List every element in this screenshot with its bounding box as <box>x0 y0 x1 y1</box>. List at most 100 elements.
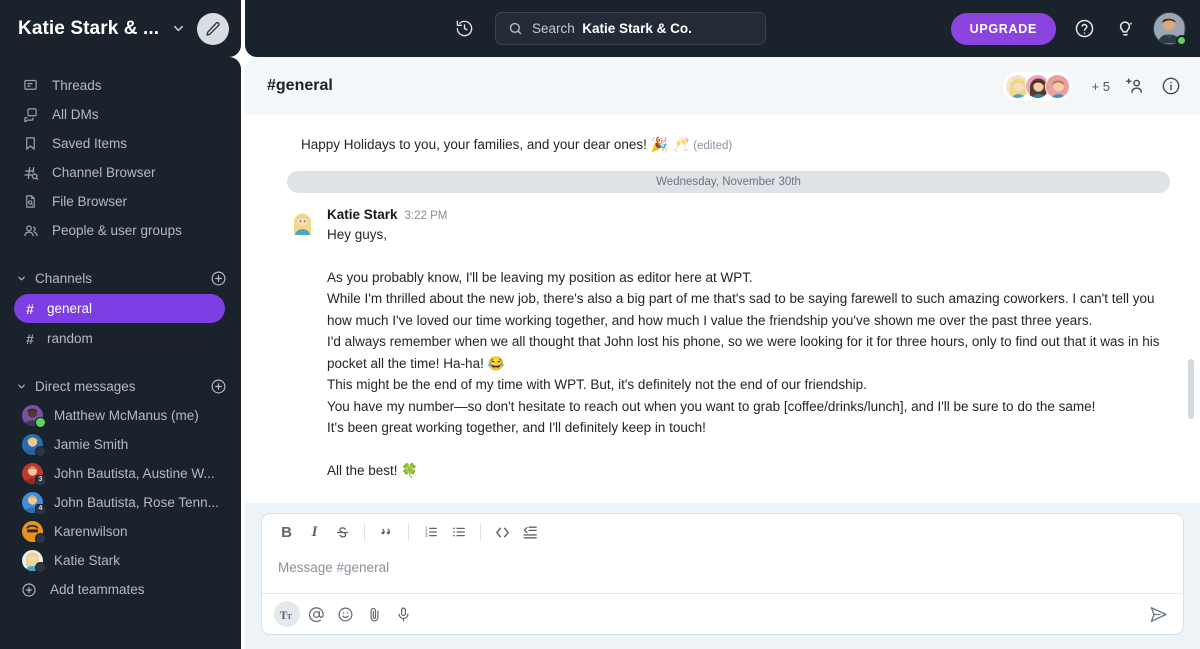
attach-file-button[interactable] <box>361 601 387 627</box>
history-clock-icon[interactable] <box>450 15 478 43</box>
sidebar-item-channel-random[interactable]: # random <box>14 324 225 353</box>
emoji-button[interactable] <box>332 601 358 627</box>
sidebar: Threads All DMs Saved Items Channel Brow… <box>0 57 241 649</box>
blockquote-button[interactable] <box>374 520 399 545</box>
composer-footer: TT <box>262 593 1183 634</box>
message-input[interactable]: Message #general <box>262 550 1183 593</box>
avatar[interactable] <box>1153 12 1187 46</box>
hash-icon: # <box>26 330 34 347</box>
upgrade-button[interactable]: UPGRADE <box>950 12 1056 45</box>
direct-messages-section-label: Direct messages <box>35 378 136 394</box>
member-count-badge: 3 <box>35 475 46 486</box>
sidebar-item-label: Channel Browser <box>52 165 156 180</box>
member-avatar <box>1044 73 1070 99</box>
sidebar-item-channel-general[interactable]: # general <box>14 294 225 323</box>
sidebar-dm-katie-stark[interactable]: Katie Stark <box>0 546 241 575</box>
search-input[interactable]: Search Katie Stark & Co. <box>495 12 766 45</box>
edited-label: (edited) <box>693 140 733 152</box>
send-paper-plane-icon[interactable] <box>1145 601 1171 627</box>
add-person-icon[interactable] <box>1124 75 1146 97</box>
message-avatar[interactable] <box>290 210 315 235</box>
dm-label: John Bautista, Rose Tenn... <box>54 495 219 510</box>
avatar <box>22 550 46 573</box>
message-list: Happy Holidays to you, your families, an… <box>245 119 1200 499</box>
previous-message-text: Happy Holidays to you, your families, an… <box>301 137 647 152</box>
sidebar-item-file-browser[interactable]: File Browser <box>0 187 241 216</box>
sidebar-dm-matthew-mcmanus[interactable]: Matthew McManus (me) <box>0 401 241 430</box>
plus-circle-icon[interactable] <box>210 270 227 287</box>
message-author[interactable]: Katie Stark <box>327 207 398 222</box>
search-icon <box>508 21 523 36</box>
formatting-toggle-button[interactable]: TT <box>274 601 300 627</box>
main-panel: #general + 5 Happy Holidays to you, your… <box>245 57 1200 649</box>
page-title: #general <box>267 77 333 94</box>
toolbar-separator <box>364 523 365 541</box>
sidebar-dm-group-rose[interactable]: 4 John Bautista, Rose Tenn... <box>0 488 241 517</box>
all-dms-icon <box>22 107 39 122</box>
question-circle-icon[interactable] <box>1071 16 1097 42</box>
code-button[interactable] <box>490 520 515 545</box>
message-line: Hey guys, <box>327 227 388 242</box>
mention-button[interactable] <box>303 601 329 627</box>
message-line: I'd always remember when we all thought … <box>327 334 1160 371</box>
channel-header-actions: + 5 <box>1002 71 1182 101</box>
sidebar-item-all-dms[interactable]: All DMs <box>0 100 241 129</box>
away-indicator <box>35 562 46 573</box>
dm-label: Katie Stark <box>54 553 121 568</box>
dm-label: Matthew McManus (me) <box>54 408 199 423</box>
message-input-placeholder: Message #general <box>278 560 390 575</box>
lightbulb-sparkle-icon[interactable] <box>1112 16 1138 42</box>
sidebar-item-label: Threads <box>52 78 102 93</box>
message-line: All the best! 🍀 <box>327 462 419 478</box>
bold-button[interactable]: B <box>274 520 299 545</box>
info-circle-icon[interactable] <box>1160 75 1182 97</box>
dm-label: Karenwilson <box>54 524 128 539</box>
formatting-toolbar: B I 123 <box>262 514 1183 550</box>
workspace-switcher[interactable]: Katie Stark & ... <box>0 0 241 57</box>
body: Threads All DMs Saved Items Channel Brow… <box>0 57 1200 649</box>
audio-clip-button[interactable] <box>390 601 416 627</box>
sidebar-item-people-user-groups[interactable]: People & user groups <box>0 216 241 245</box>
avatar: 4 <box>22 492 46 515</box>
add-teammates-button[interactable]: Add teammates <box>0 575 241 604</box>
avatar <box>22 405 46 428</box>
hash-icon: # <box>26 300 34 317</box>
member-count-label: + 5 <box>1091 78 1110 94</box>
channel-label: random <box>47 331 93 346</box>
sidebar-dm-group-austine[interactable]: 3 John Bautista, Austine W... <box>0 459 241 488</box>
chevron-down-icon[interactable] <box>167 18 189 40</box>
sidebar-item-label: File Browser <box>52 194 128 209</box>
strikethrough-button[interactable] <box>330 520 355 545</box>
ordered-list-button[interactable]: 123 <box>418 520 443 545</box>
code-block-button[interactable] <box>518 520 543 545</box>
away-indicator <box>35 446 46 457</box>
slack-app-window: Katie Stark & ... Search Katie Stark & C… <box>0 0 1200 649</box>
date-divider: Wednesday, November 30th <box>287 171 1170 193</box>
channels-section-header[interactable]: Channels <box>0 263 241 293</box>
italic-button[interactable]: I <box>302 520 327 545</box>
search-placeholder: Search Katie Stark & Co. <box>532 21 692 36</box>
channel-header: #general + 5 <box>245 57 1200 115</box>
message-line: It's been great working together, and I'… <box>327 420 706 435</box>
sidebar-item-label: All DMs <box>52 107 99 122</box>
sidebar-item-threads[interactable]: Threads <box>0 71 241 100</box>
member-facepile[interactable] <box>1002 71 1072 101</box>
sidebar-item-label: People & user groups <box>52 223 182 238</box>
compose-message-button[interactable] <box>197 12 229 45</box>
message-list-scrollbar[interactable] <box>1188 359 1194 419</box>
top-bar-actions: UPGRADE <box>950 12 1187 46</box>
composer-area: B I 123 Message #general T T <box>245 503 1200 649</box>
sidebar-item-saved-items[interactable]: Saved Items <box>0 129 241 158</box>
message-emojis: 🎉 🥂 <box>650 136 690 152</box>
message-composer: B I 123 Message #general T T <box>261 513 1184 635</box>
dm-label: Jamie Smith <box>54 437 129 452</box>
toolbar-separator <box>480 523 481 541</box>
sidebar-dm-karenwilson[interactable]: Karenwilson <box>0 517 241 546</box>
bulleted-list-button[interactable] <box>446 520 471 545</box>
plus-circle-icon[interactable] <box>210 378 227 395</box>
sidebar-dm-jamie-smith[interactable]: Jamie Smith <box>0 430 241 459</box>
direct-messages-section-header[interactable]: Direct messages <box>0 371 241 401</box>
sidebar-item-channel-browser[interactable]: Channel Browser <box>0 158 241 187</box>
avatar <box>22 434 46 457</box>
